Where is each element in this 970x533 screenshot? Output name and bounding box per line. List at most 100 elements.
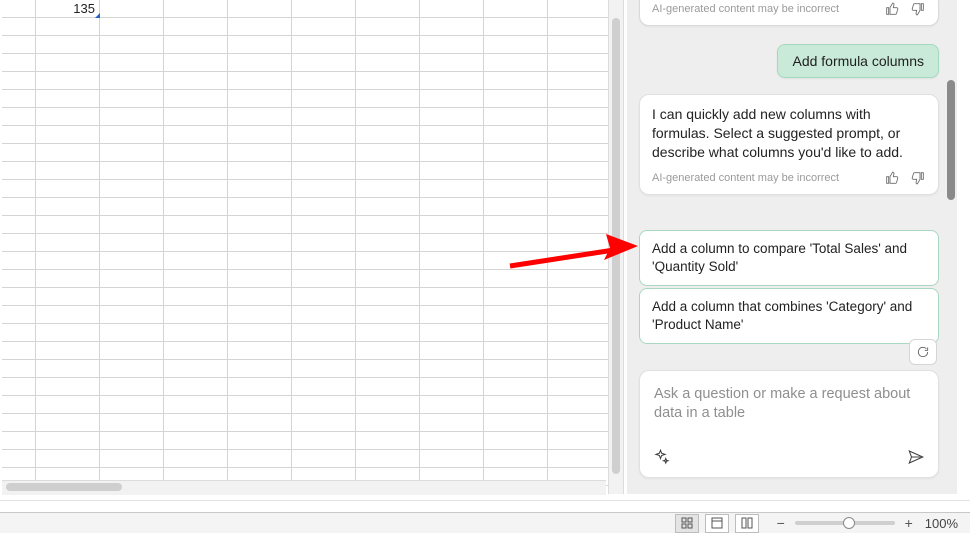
grid-cell[interactable] — [164, 54, 228, 72]
grid-cell[interactable] — [292, 306, 356, 324]
table-row[interactable] — [2, 306, 600, 324]
grid-cell[interactable] — [36, 54, 100, 72]
grid-cell[interactable] — [356, 126, 420, 144]
grid-cell[interactable] — [356, 378, 420, 396]
grid-cell[interactable] — [292, 180, 356, 198]
spreadsheet-grid[interactable]: 135 // rows generated below after popula… — [2, 0, 600, 494]
grid-cell[interactable] — [420, 54, 484, 72]
grid-cell[interactable] — [164, 252, 228, 270]
grid-cell[interactable] — [100, 144, 164, 162]
grid-cell[interactable] — [420, 450, 484, 468]
grid-cell[interactable] — [2, 342, 36, 360]
grid-cell[interactable] — [164, 108, 228, 126]
grid-cell[interactable] — [484, 324, 548, 342]
grid-cell[interactable] — [2, 288, 36, 306]
table-row[interactable] — [2, 108, 600, 126]
thumbs-down-icon[interactable] — [910, 1, 926, 17]
grid-cell[interactable] — [420, 396, 484, 414]
grid-cell[interactable] — [2, 432, 36, 450]
grid-cell[interactable] — [356, 450, 420, 468]
table-row[interactable] — [2, 252, 600, 270]
grid-cell[interactable] — [292, 126, 356, 144]
grid-cell[interactable] — [484, 162, 548, 180]
grid-cell[interactable] — [484, 144, 548, 162]
grid-cell[interactable] — [100, 0, 164, 18]
grid-cell[interactable] — [2, 306, 36, 324]
grid-cell[interactable] — [228, 342, 292, 360]
grid-cell[interactable] — [356, 90, 420, 108]
grid-cell[interactable] — [36, 108, 100, 126]
table-row[interactable] — [2, 234, 600, 252]
grid-cell[interactable] — [100, 252, 164, 270]
grid-cell[interactable] — [2, 414, 36, 432]
grid-cell[interactable] — [356, 144, 420, 162]
grid-cell[interactable] — [36, 288, 100, 306]
scrollbar-thumb[interactable] — [6, 483, 122, 491]
grid-cell[interactable] — [36, 378, 100, 396]
grid-cell[interactable] — [356, 216, 420, 234]
grid-cell[interactable] — [484, 0, 548, 18]
grid-cell[interactable] — [420, 198, 484, 216]
table-row[interactable] — [2, 378, 600, 396]
grid-cell[interactable] — [164, 270, 228, 288]
grid-cell[interactable] — [2, 54, 36, 72]
table-row[interactable] — [2, 396, 600, 414]
thumbs-up-icon[interactable] — [884, 170, 900, 186]
grid-cell[interactable] — [356, 432, 420, 450]
grid-cell[interactable] — [292, 18, 356, 36]
grid-cell[interactable] — [356, 396, 420, 414]
grid-cell[interactable] — [36, 72, 100, 90]
table-row[interactable] — [2, 450, 600, 468]
grid-cell[interactable] — [548, 234, 612, 252]
view-normal-button[interactable] — [675, 514, 699, 533]
grid-cell[interactable] — [484, 360, 548, 378]
grid-cell[interactable] — [2, 72, 36, 90]
grid-cell[interactable] — [164, 36, 228, 54]
grid-cell[interactable] — [292, 360, 356, 378]
grid-cell[interactable] — [484, 198, 548, 216]
grid-cell[interactable] — [164, 180, 228, 198]
grid-cell[interactable] — [356, 162, 420, 180]
grid-cell[interactable] — [36, 144, 100, 162]
table-row[interactable] — [2, 126, 600, 144]
table-row[interactable]: 135 — [2, 0, 600, 18]
grid-cell[interactable] — [420, 144, 484, 162]
grid-cell[interactable] — [164, 414, 228, 432]
grid-cell[interactable] — [36, 252, 100, 270]
grid-cell[interactable] — [164, 288, 228, 306]
thumbs-up-icon[interactable] — [884, 1, 900, 17]
grid-cell[interactable] — [548, 432, 612, 450]
table-row[interactable] — [2, 162, 600, 180]
grid-cell[interactable] — [100, 216, 164, 234]
view-page-break-button[interactable] — [735, 514, 759, 533]
grid-cell[interactable] — [228, 0, 292, 18]
grid-cell[interactable] — [548, 306, 612, 324]
grid-cell[interactable] — [2, 108, 36, 126]
grid-cell[interactable] — [228, 360, 292, 378]
grid-cell[interactable] — [420, 414, 484, 432]
grid-cell[interactable] — [228, 324, 292, 342]
grid-cell[interactable] — [356, 54, 420, 72]
grid-cell[interactable] — [2, 324, 36, 342]
grid-cell[interactable] — [356, 360, 420, 378]
grid-cell[interactable] — [164, 216, 228, 234]
grid-cell[interactable] — [100, 306, 164, 324]
grid-cell[interactable] — [100, 162, 164, 180]
grid-cell[interactable] — [2, 198, 36, 216]
grid-cell[interactable] — [548, 414, 612, 432]
grid-cell[interactable] — [36, 324, 100, 342]
table-row[interactable] — [2, 324, 600, 342]
grid-cell[interactable] — [420, 18, 484, 36]
grid-cell[interactable] — [228, 450, 292, 468]
grid-cell[interactable] — [164, 306, 228, 324]
grid-cell[interactable] — [356, 414, 420, 432]
grid-cell[interactable] — [164, 432, 228, 450]
grid-cell[interactable] — [164, 396, 228, 414]
grid-cell[interactable] — [100, 378, 164, 396]
grid-cell[interactable] — [36, 180, 100, 198]
grid-cell[interactable] — [420, 126, 484, 144]
grid-cell[interactable] — [356, 108, 420, 126]
table-row[interactable] — [2, 198, 600, 216]
grid-cell[interactable] — [2, 126, 36, 144]
grid-cell[interactable] — [228, 306, 292, 324]
